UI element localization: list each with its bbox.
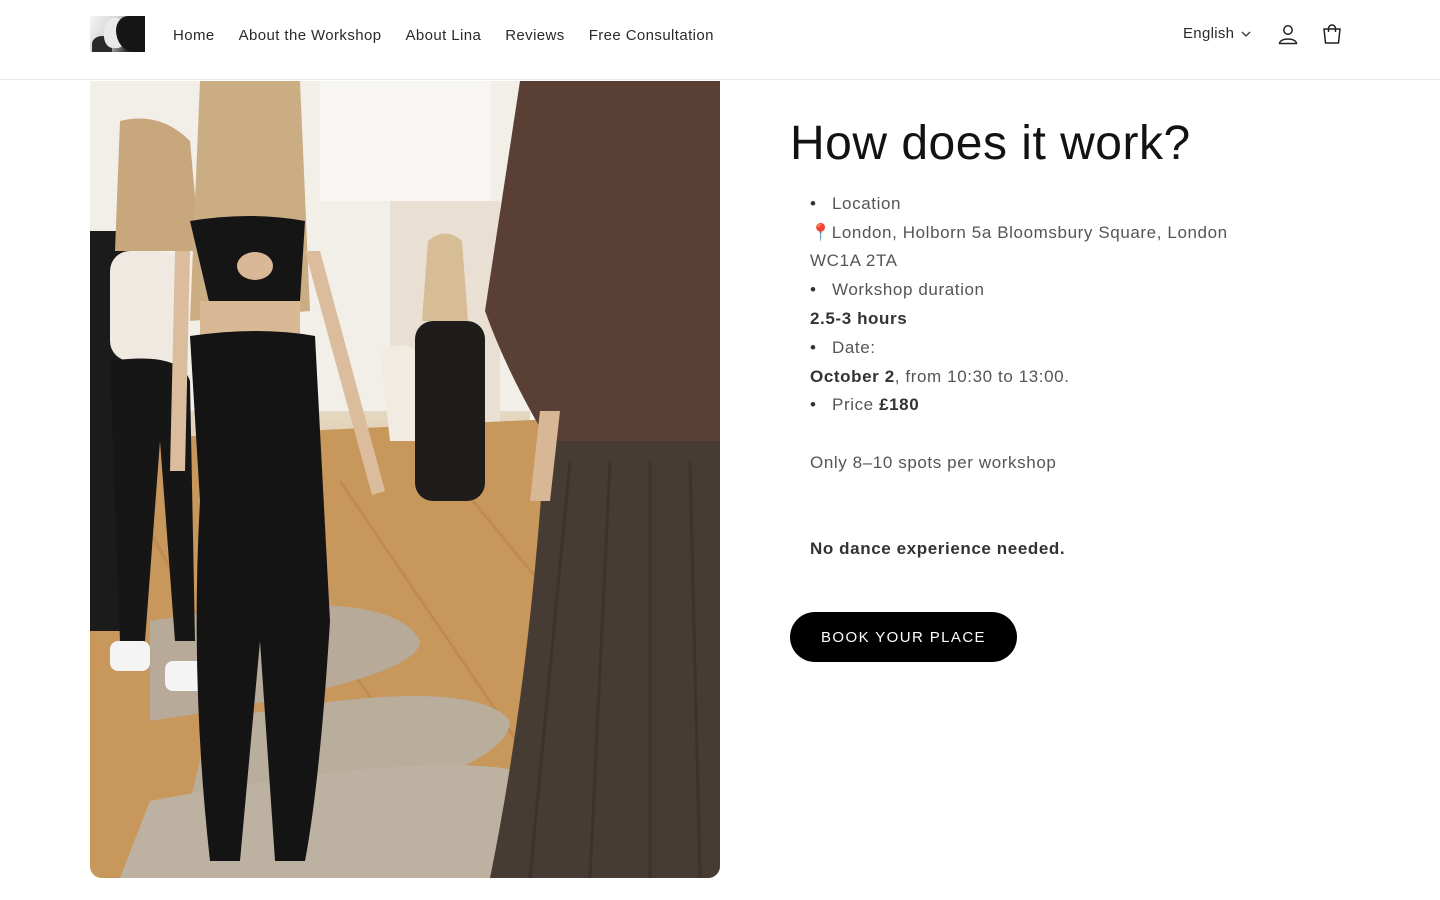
chevron-down-icon <box>1241 31 1251 37</box>
date-item: • Date: <box>810 338 876 357</box>
date-value: October 2, from 10:30 to 13:00. <box>810 367 1070 386</box>
account-icon[interactable] <box>1276 22 1300 46</box>
book-place-button[interactable]: BOOK YOUR PLACE <box>790 612 1017 662</box>
nav-home[interactable]: Home <box>173 27 215 44</box>
duration-value: 2.5-3 hours <box>810 309 908 328</box>
nav-about-workshop[interactable]: About the Workshop <box>239 27 382 44</box>
how-it-works-section: How does it work? • Location 📍London, Hol… <box>790 117 1350 559</box>
price-label: Price <box>832 395 874 414</box>
location-postcode: WC1A 2TA <box>810 251 898 270</box>
cart-icon[interactable] <box>1320 22 1344 46</box>
price-item: • Price £180 <box>810 395 920 414</box>
workshop-photo <box>90 81 720 878</box>
price-value: £180 <box>879 395 920 414</box>
date-label: Date: <box>832 338 876 357</box>
section-title: How does it work? <box>790 117 1191 170</box>
nav-about-lina[interactable]: About Lina <box>405 27 481 44</box>
main-nav: Home About the Workshop About Lina Revie… <box>173 27 714 44</box>
site-logo[interactable] <box>90 16 145 52</box>
duration-item: • Workshop duration <box>810 280 985 299</box>
nav-reviews[interactable]: Reviews <box>505 27 564 44</box>
language-selector[interactable]: English <box>1183 25 1252 42</box>
experience-note: No dance experience needed. <box>810 539 1066 558</box>
nav-free-consultation[interactable]: Free Consultation <box>589 27 714 44</box>
pin-icon: 📍 <box>810 223 832 242</box>
duration-label: Workshop duration <box>832 280 985 299</box>
language-label: English <box>1183 25 1235 42</box>
site-header: Home About the Workshop About Lina Revie… <box>0 0 1440 80</box>
spots-note: Only 8–10 spots per workshop <box>810 453 1057 472</box>
location-address: 📍London, Holborn 5a Bloomsbury Square, L… <box>810 223 1228 242</box>
location-item: • Location <box>810 194 902 213</box>
location-label: Location <box>832 194 902 213</box>
